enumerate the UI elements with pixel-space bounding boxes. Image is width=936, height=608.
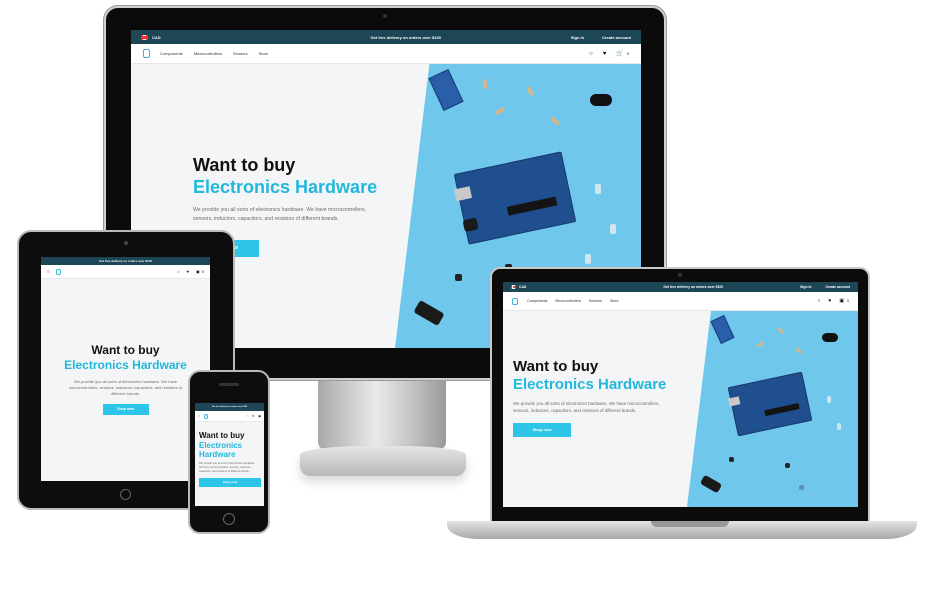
- monitor-stand-base: [300, 446, 466, 476]
- tablet-screen: Get free delivery on orders over $100 ≡ …: [41, 257, 210, 481]
- topbar: CAD Get free delivery on orders over $10…: [131, 30, 641, 44]
- laptop-nav-components[interactable]: Components: [527, 299, 547, 303]
- phone-topbar: Get free delivery on orders over $100: [195, 403, 264, 411]
- hero-description: We provide you all sorts of electronics …: [193, 207, 367, 222]
- dc-jack: [413, 299, 445, 327]
- tablet-heart-icon[interactable]: ♥: [187, 269, 189, 274]
- tablet-shop-now-button[interactable]: Shop now: [102, 404, 149, 415]
- laptop-hero-image: [687, 311, 858, 507]
- laptop-heart-icon[interactable]: ♥: [828, 298, 831, 304]
- phone-shop-now-button[interactable]: Shop now: [199, 478, 261, 487]
- phone-hero-description: We provide you all sorts of electronics …: [199, 462, 255, 473]
- tablet-hero-copy: Want to buy Electronics Hardware We prov…: [41, 343, 210, 415]
- cart-count: 0: [626, 51, 629, 56]
- tablet-hero-description: We provide you all sorts of electronics …: [69, 379, 182, 396]
- laptop-hero-copy: Want to buy Electronics Hardware We prov…: [513, 358, 693, 437]
- phone-heart-icon[interactable]: ♥: [252, 414, 254, 418]
- tablet-logo-icon[interactable]: [55, 268, 61, 275]
- sign-in-link[interactable]: Sign In: [571, 35, 584, 40]
- hero-highlight: Electronics Hardware: [193, 177, 378, 197]
- tablet-promo-text: Get free delivery on orders over $100: [99, 259, 152, 263]
- phone-navbar: ≡ ○ ♥ ▣: [195, 411, 264, 422]
- phone-home-button: [223, 513, 235, 525]
- tablet-search-icon[interactable]: ○: [177, 269, 179, 274]
- phone-hero-copy: Want to buy Electronics Hardware We prov…: [199, 431, 261, 487]
- tablet-home-button: [120, 489, 131, 500]
- phone-logo-icon[interactable]: [203, 413, 208, 419]
- laptop-hero-highlight: Electronics Hardware: [513, 376, 667, 393]
- laptop-currency-label: CAD: [519, 285, 527, 289]
- phone-hero-highlight-2: Hardware: [199, 450, 236, 459]
- laptop-navbar: Components Microcontrollers Sensors Stor…: [503, 292, 858, 311]
- laptop-nav-microcontrollers[interactable]: Microcontrollers: [555, 299, 580, 303]
- logo-icon[interactable]: [143, 49, 150, 58]
- phone-search-icon[interactable]: ○: [247, 414, 249, 418]
- phone-promo-text: Get free delivery on orders over $100: [211, 406, 248, 408]
- currency-label: CAD: [152, 34, 161, 40]
- laptop-nav-store[interactable]: Store: [610, 299, 619, 303]
- laptop-sign-in-link[interactable]: Sign In: [800, 285, 811, 289]
- cart-icon[interactable]: 🛒: [616, 50, 623, 57]
- flag-canada-icon: [141, 34, 148, 40]
- laptop-topbar: CAD Get free delivery on orders over $10…: [503, 282, 858, 292]
- tablet-hero-highlight: Electronics Hardware: [64, 358, 187, 372]
- phone-screen: Get free delivery on orders over $100 ≡ …: [195, 403, 264, 506]
- laptop-arduino-board: [727, 371, 813, 437]
- tablet-cart-count: 0: [201, 269, 204, 274]
- responsive-mockup: CAD Get free delivery on orders over $10…: [0, 0, 936, 608]
- currency-selector[interactable]: CAD: [141, 34, 161, 40]
- nav-store[interactable]: Store: [259, 51, 269, 56]
- tablet-camera: [124, 241, 128, 245]
- laptop-camera: [678, 273, 682, 277]
- laptop-currency-selector[interactable]: CAD: [511, 285, 526, 289]
- menu-icon[interactable]: ≡: [47, 269, 50, 275]
- laptop-notch: [651, 521, 729, 527]
- laptop-nav-sensors[interactable]: Sensors: [589, 299, 602, 303]
- monitor-stand-neck: [318, 380, 446, 450]
- laptop-cart-icon[interactable]: ▣: [839, 298, 844, 304]
- laptop-flag-canada-icon: [511, 285, 516, 289]
- nav-components[interactable]: Components: [160, 51, 183, 56]
- nav-sensors[interactable]: Sensors: [233, 51, 248, 56]
- hero-copy: Want to buy Electronics Hardware We prov…: [193, 154, 403, 257]
- monitor-camera: [383, 14, 387, 18]
- phone-hero-title: Want to buy: [199, 431, 245, 440]
- phone-speaker: [219, 383, 239, 386]
- tablet-topbar: Get free delivery on orders over $100: [41, 257, 210, 265]
- tablet-navbar: ≡ ○ ♥ ▣ 0: [41, 265, 210, 279]
- tablet-cart-icon[interactable]: ▣: [196, 269, 200, 274]
- laptop-hero-description: We provide you all sorts of electronics …: [513, 401, 660, 413]
- potentiometer: [590, 94, 612, 106]
- laptop-search-icon[interactable]: ○: [817, 298, 820, 304]
- promo-text: Get free delivery on orders over $100: [370, 34, 441, 40]
- phone-hero-highlight-1: Electronics: [199, 441, 243, 450]
- laptop-create-account-link[interactable]: Create account: [825, 285, 850, 289]
- laptop-hero-title: Want to buy: [513, 358, 599, 375]
- navbar: Components Microcontrollers Sensors Stor…: [131, 44, 641, 64]
- laptop-screen: CAD Get free delivery on orders over $10…: [503, 282, 858, 507]
- arduino-board: [453, 151, 577, 245]
- hero-title: Want to buy: [193, 155, 296, 175]
- laptop-logo-icon[interactable]: [512, 297, 518, 305]
- search-icon[interactable]: ○: [589, 51, 593, 57]
- relay-module: [428, 69, 464, 111]
- laptop-shop-now-button[interactable]: Shop now: [513, 423, 571, 437]
- phone-menu-icon[interactable]: ≡: [198, 414, 200, 418]
- phone-cart-icon[interactable]: ▣: [258, 414, 261, 418]
- create-account-link[interactable]: Create account: [602, 35, 631, 40]
- heart-icon[interactable]: ♥: [603, 51, 607, 57]
- nav-microcontrollers[interactable]: Microcontrollers: [194, 51, 222, 56]
- tablet-hero-title: Want to buy: [91, 343, 160, 357]
- laptop-promo-text: Get free delivery on orders over $100: [663, 285, 724, 289]
- laptop-cart-count: 0: [847, 299, 849, 303]
